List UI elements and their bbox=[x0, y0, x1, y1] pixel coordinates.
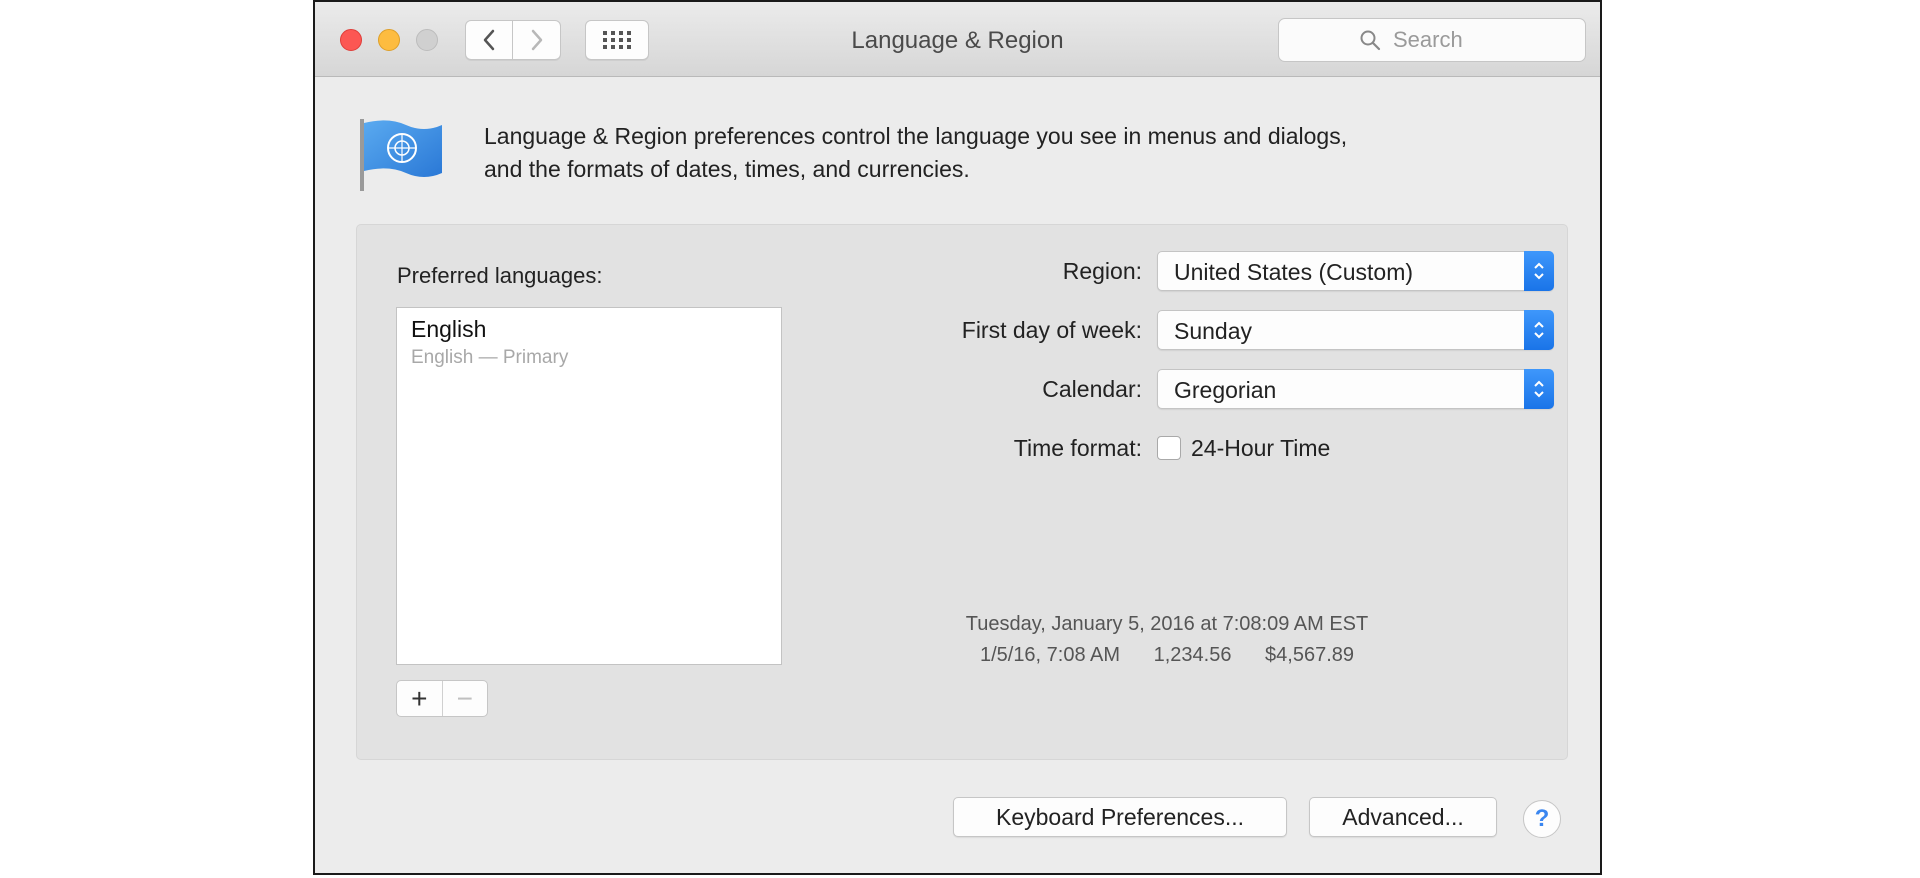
calendar-row: Calendar: Gregorian bbox=[737, 369, 1563, 409]
add-remove-control: + − bbox=[396, 680, 488, 717]
first-day-popup[interactable]: Sunday bbox=[1157, 310, 1554, 350]
list-item[interactable]: English English — Primary bbox=[397, 308, 781, 377]
time-format-label: Time format: bbox=[1013, 435, 1142, 461]
time-format-row: Time format: 24-Hour Time bbox=[737, 428, 1563, 468]
24-hour-label[interactable]: 24-Hour Time bbox=[1191, 435, 1330, 462]
calendar-label: Calendar: bbox=[1042, 376, 1142, 402]
advanced-button[interactable]: Advanced... bbox=[1309, 797, 1497, 837]
add-language-button[interactable]: + bbox=[397, 681, 443, 716]
first-day-value: Sunday bbox=[1174, 318, 1253, 344]
preferred-languages-label: Preferred languages: bbox=[397, 263, 603, 288]
settings-panel: Preferred languages: English English — P… bbox=[356, 224, 1568, 760]
region-value: United States (Custom) bbox=[1174, 259, 1414, 285]
first-day-label: First day of week: bbox=[961, 317, 1142, 343]
sample-short-date: 1/5/16, 7:08 AM bbox=[979, 644, 1121, 666]
language-subtitle: English — Primary bbox=[411, 347, 569, 368]
updown-arrows-icon bbox=[1524, 310, 1554, 350]
region-label: Region: bbox=[1062, 258, 1142, 284]
calendar-popup[interactable]: Gregorian bbox=[1157, 369, 1554, 409]
region-row: Region: United States (Custom) bbox=[737, 251, 1563, 291]
search-field[interactable] bbox=[1278, 18, 1586, 62]
sample-formats: 1/5/16, 7:08 AM 1,234.56 $4,567.89 bbox=[917, 644, 1417, 667]
sample-long-date: Tuesday, January 5, 2016 at 7:08:09 AM E… bbox=[965, 613, 1369, 635]
updown-arrows-icon bbox=[1524, 369, 1554, 409]
help-button[interactable]: ? bbox=[1523, 800, 1561, 838]
search-icon bbox=[1360, 30, 1381, 51]
keyboard-preferences-button[interactable]: Keyboard Preferences... bbox=[953, 797, 1287, 837]
region-popup[interactable]: United States (Custom) bbox=[1157, 251, 1554, 291]
united-nations-flag-icon bbox=[360, 119, 442, 191]
updown-arrows-icon bbox=[1524, 251, 1554, 291]
language-name: English bbox=[411, 316, 487, 342]
24-hour-checkbox[interactable] bbox=[1157, 436, 1181, 460]
sample-currency: $4,567.89 bbox=[1265, 644, 1355, 666]
search-input[interactable] bbox=[1391, 26, 1505, 54]
preferred-languages-list[interactable]: English English — Primary bbox=[396, 307, 782, 665]
calendar-value: Gregorian bbox=[1174, 377, 1277, 403]
sample-number: 1,234.56 bbox=[1153, 644, 1232, 666]
title-bar: Language & Region bbox=[315, 2, 1600, 77]
remove-language-button[interactable]: − bbox=[443, 681, 488, 716]
preferences-window: Language & Region Language & Region pref… bbox=[313, 0, 1602, 875]
intro-text: Language & Region preferences control th… bbox=[484, 123, 1348, 182]
first-day-row: First day of week: Sunday bbox=[737, 310, 1563, 350]
